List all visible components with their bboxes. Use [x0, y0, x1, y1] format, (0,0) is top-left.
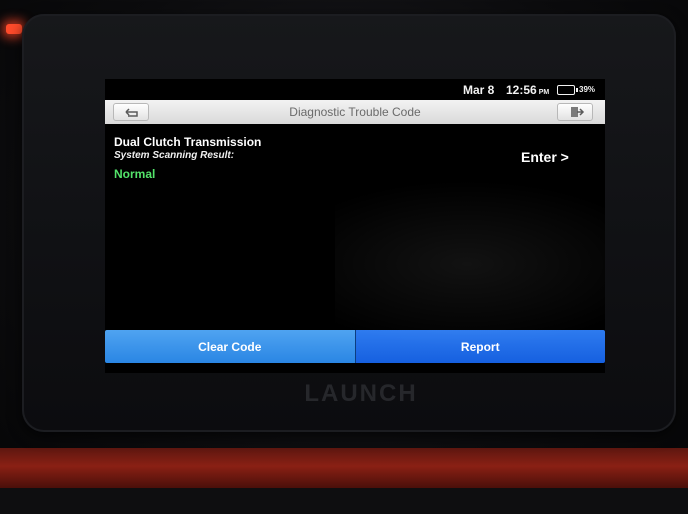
page-title: Diagnostic Trouble Code [289, 105, 421, 119]
title-bar: Diagnostic Trouble Code [105, 100, 605, 124]
exit-button[interactable] [557, 103, 593, 121]
scan-result-label: System Scanning Result: [114, 150, 235, 161]
photo-scene: LAUNCH Mar 8 12:56 PM 39% Diagnostic Trou… [0, 0, 688, 514]
scan-result-panel: Dual Clutch Transmission System Scanning… [105, 124, 605, 330]
status-bar: Mar 8 12:56 PM 39% [105, 79, 605, 99]
clear-code-button[interactable]: Clear Code [105, 330, 356, 363]
system-name: Dual Clutch Transmission [114, 135, 262, 149]
scan-status-badge: Normal [114, 167, 156, 181]
exit-door-icon [571, 107, 585, 117]
device-red-bumper [0, 448, 688, 488]
status-time-value: 12:56 [506, 83, 537, 97]
device-screen: Mar 8 12:56 PM 39% Diagnostic Trouble Cod… [105, 79, 605, 373]
status-ampm: PM [538, 89, 550, 96]
battery-percent: 39% [579, 85, 596, 94]
power-led [6, 24, 22, 34]
action-bar: Clear Code Report [105, 330, 605, 363]
enter-button[interactable]: Enter > [521, 149, 569, 165]
battery-icon [557, 85, 578, 95]
background-floor [0, 488, 688, 514]
report-button[interactable]: Report [355, 330, 605, 363]
status-date: Mar 8 [463, 83, 495, 97]
status-clock: 12:56 PM [506, 83, 549, 97]
brand-logo: LAUNCH [304, 380, 418, 407]
